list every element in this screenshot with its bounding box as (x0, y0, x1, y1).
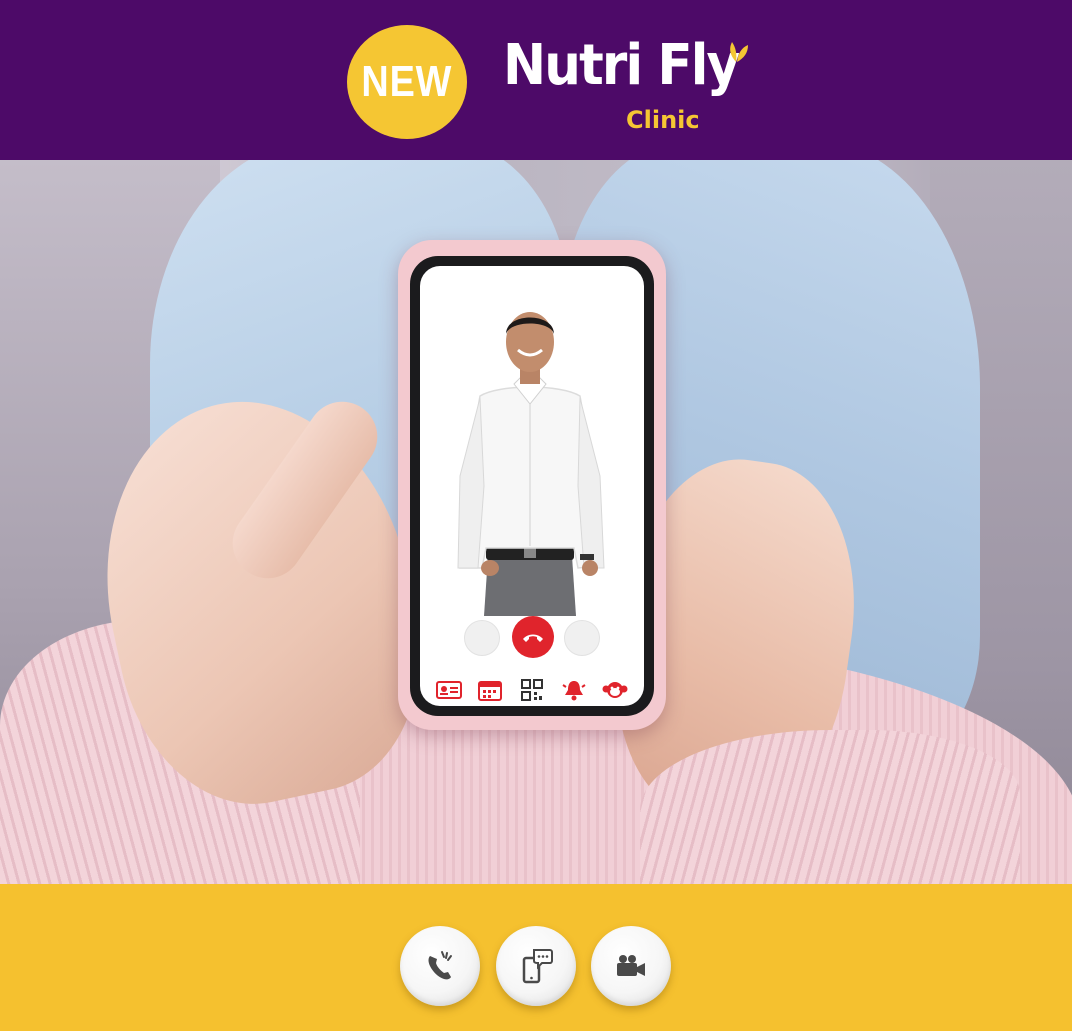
mobile-chat-icon (522, 949, 553, 984)
smartphone (398, 240, 666, 730)
phone-bezel (410, 256, 654, 716)
video-camera-icon (617, 955, 645, 976)
brand-name: Nutri Fly (503, 33, 740, 98)
id-card-icon[interactable] (435, 679, 462, 701)
footer-bar (0, 884, 1072, 1031)
qr-code-icon[interactable] (519, 679, 545, 701)
phone-call-icon (428, 951, 452, 980)
app-toolbar (420, 674, 644, 706)
leaf-icon (730, 42, 748, 62)
calendar-icon[interactable] (477, 679, 503, 701)
phone-screen (420, 266, 644, 706)
hero-photo (0, 160, 1072, 884)
new-badge: NEW (347, 25, 467, 139)
brand-subtitle: Clinic (626, 106, 700, 134)
video-call-button[interactable] (591, 926, 671, 1006)
end-call-button[interactable] (512, 616, 554, 658)
new-badge-text: NEW (361, 57, 453, 106)
mute-button[interactable] (464, 620, 500, 656)
hang-up-icon (523, 634, 543, 642)
bell-icon[interactable] (561, 679, 587, 701)
doctor-photo (457, 312, 605, 616)
phone-call-button[interactable] (400, 926, 480, 1006)
header-banner: NEW Nutri Fly Clinic (0, 0, 1072, 160)
call-controls (420, 616, 644, 660)
monkey-icon[interactable] (602, 679, 628, 701)
speaker-button[interactable] (564, 620, 600, 656)
mobile-chat-button[interactable] (496, 926, 576, 1006)
sleeve-right (640, 730, 1020, 884)
